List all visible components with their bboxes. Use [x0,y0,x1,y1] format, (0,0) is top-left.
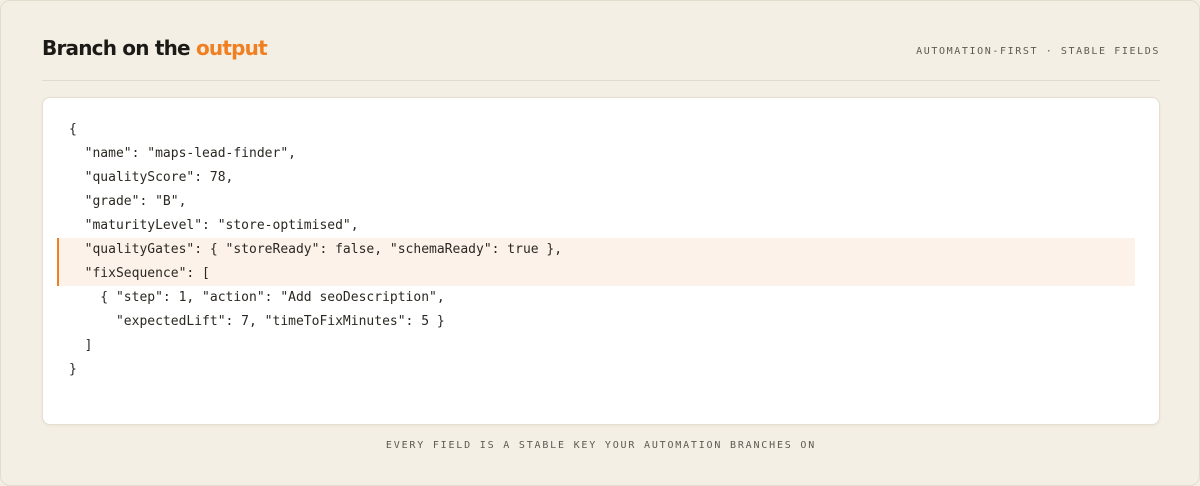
section-tagline: AUTOMATION-FIRST · STABLE FIELDS [916,46,1160,57]
panel-frame: Branch on the output AUTOMATION-FIRST · … [0,0,1200,486]
code-line-highlighted: "fixSequence": [ [57,262,1135,286]
code-line: "maturityLevel": "store-optimised", [69,218,359,233]
title-prefix: Branch on the [42,36,196,60]
code-line: "qualityScore": 78, [69,170,234,185]
code-line: "expectedLift": 7, "timeToFixMinutes": 5… [69,314,445,329]
code-line: "name": "maps-lead-finder", [69,146,296,161]
json-code-block: { "name": "maps-lead-finder", "qualitySc… [57,118,1135,382]
code-card: { "name": "maps-lead-finder", "qualitySc… [42,97,1160,425]
code-line: } [69,362,77,377]
section-header: Branch on the output AUTOMATION-FIRST · … [42,31,1160,81]
section-title: Branch on the output [42,36,268,60]
code-line: "grade": "B", [69,194,187,209]
code-line: ] [69,338,93,353]
code-line-highlighted: "qualityGates": { "storeReady": false, "… [57,238,1135,262]
footer-caption: EVERY FIELD IS A STABLE KEY YOUR AUTOMAT… [385,440,817,451]
code-line: { "step": 1, "action": "Add seoDescripti… [69,290,445,305]
title-accent: output [195,36,268,60]
code-line: { [69,122,77,137]
